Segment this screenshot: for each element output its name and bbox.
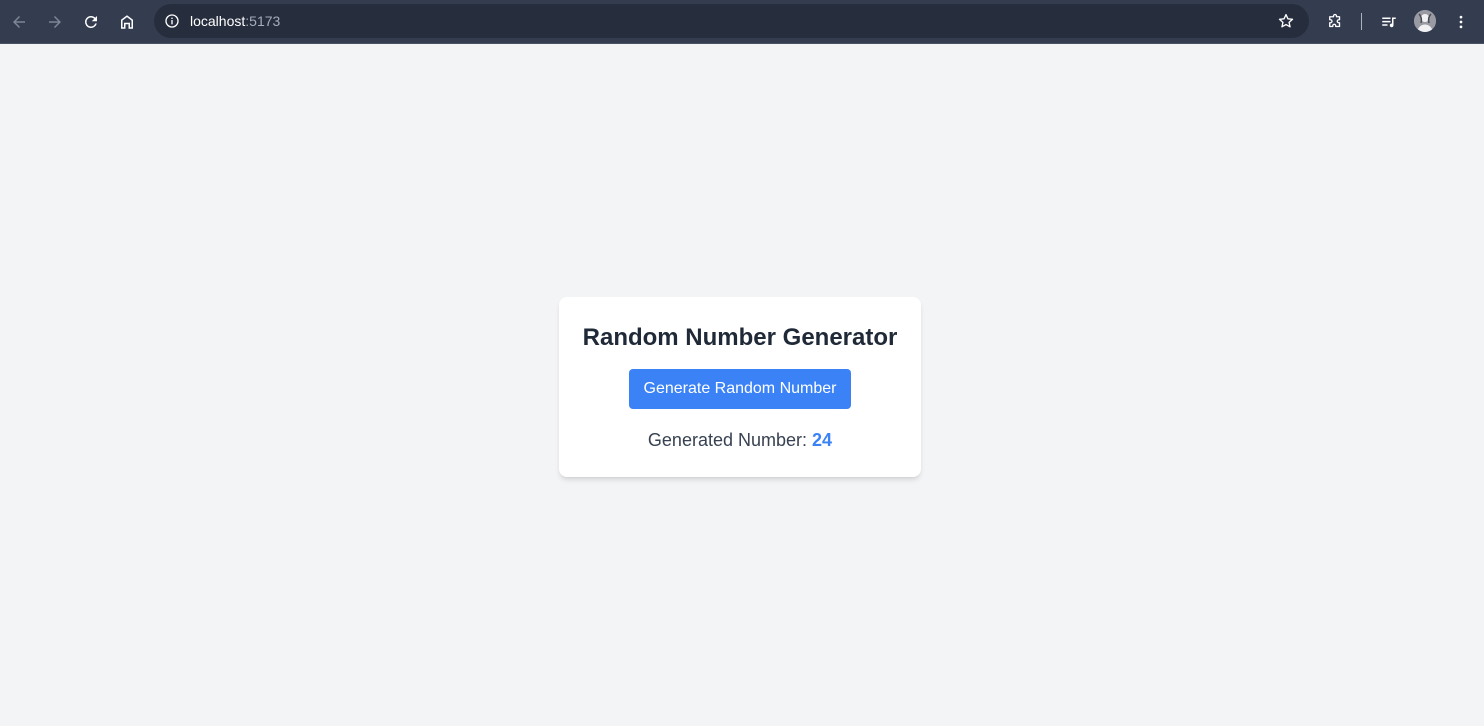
home-icon — [121, 15, 133, 29]
url-host: localhost — [190, 13, 246, 29]
media-controls-button[interactable] — [1375, 8, 1403, 36]
bookmark-star-icon — [1278, 13, 1294, 28]
extensions-icon — [1329, 13, 1341, 28]
media-controls-icon — [1382, 17, 1396, 28]
page-title: Random Number Generator — [582, 324, 898, 351]
more-menu-button[interactable] — [1447, 8, 1475, 36]
generate-random-number-button[interactable]: Generate Random Number — [629, 369, 851, 409]
address-bar[interactable]: localhost:5173 — [154, 4, 1309, 38]
forward-button[interactable] — [41, 8, 69, 36]
more-menu-icon — [1459, 15, 1463, 29]
back-button[interactable] — [5, 8, 33, 36]
extensions-button[interactable] — [1321, 8, 1349, 36]
reload-button[interactable] — [77, 8, 105, 36]
home-button[interactable] — [113, 8, 141, 36]
back-icon — [13, 16, 25, 28]
generated-number-value: 24 — [812, 430, 833, 450]
forward-icon — [49, 16, 61, 28]
bookmark-button[interactable] — [1275, 10, 1297, 32]
generated-number-label: Generated Number: — [647, 430, 808, 450]
site-info-icon — [165, 14, 179, 28]
url-text[interactable]: localhost:5173 — [190, 13, 280, 29]
profile-avatar[interactable] — [1414, 10, 1436, 32]
generated-number-display: Generated Number: 24 — [559, 429, 921, 451]
browser-toolbar: localhost:5173 — [0, 0, 1484, 44]
site-info-button[interactable] — [160, 9, 184, 33]
generator-card: Random Number Generator Generate Random … — [559, 297, 921, 477]
toolbar-separator — [1361, 13, 1362, 30]
url-port: :5173 — [245, 13, 281, 29]
reload-icon — [84, 15, 97, 28]
